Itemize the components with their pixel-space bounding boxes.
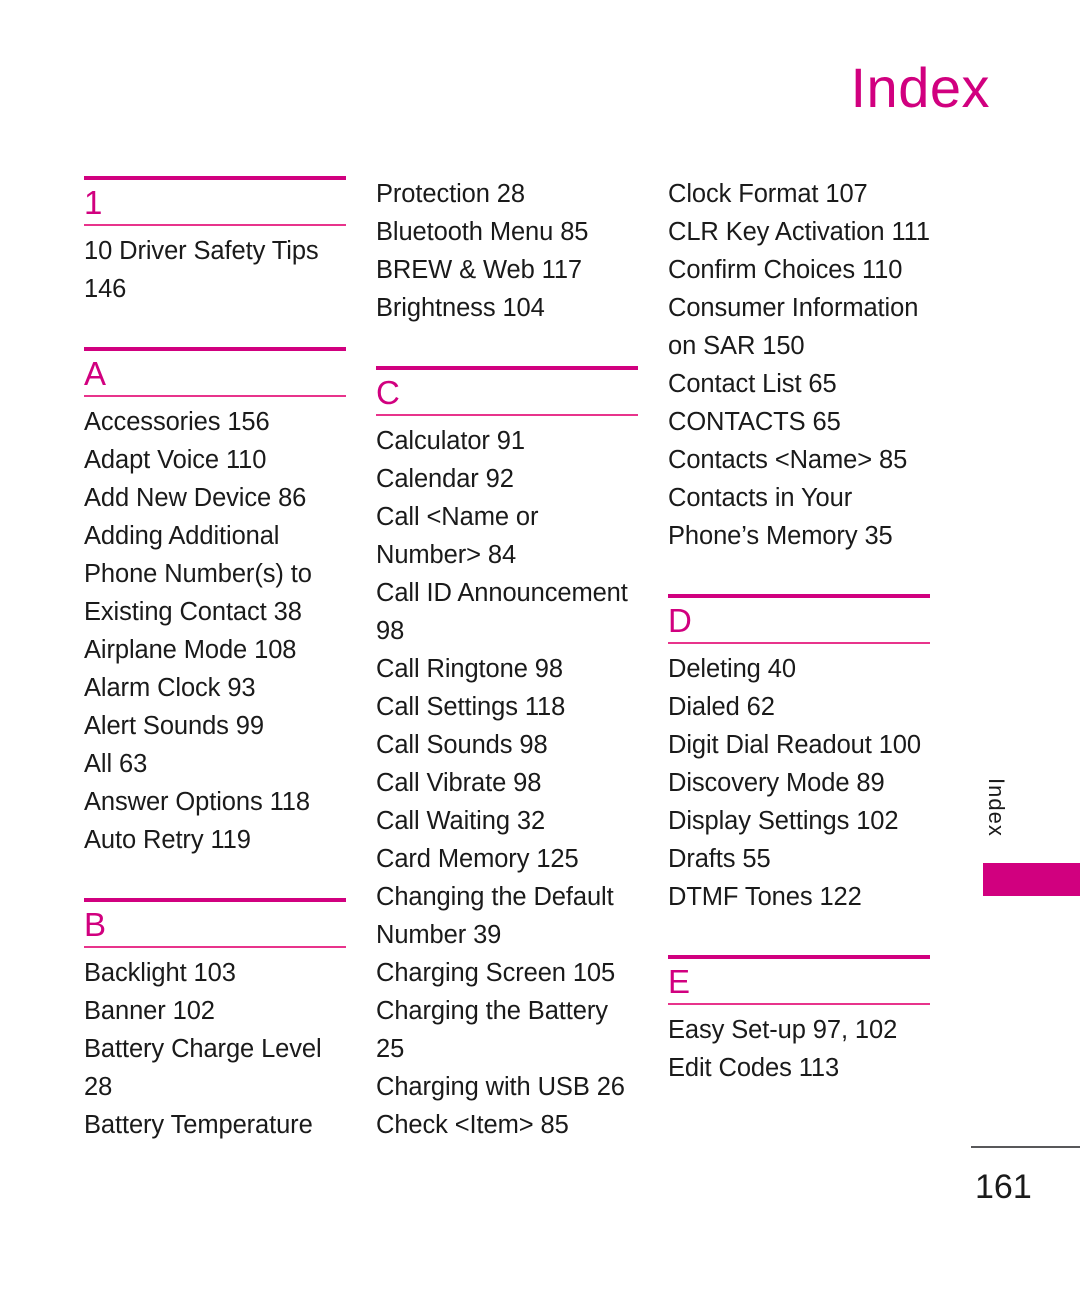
index-entry[interactable]: Alarm Clock 93 <box>84 670 346 708</box>
index-entry[interactable]: Adding Additional Phone Number(s) to Exi… <box>84 518 346 632</box>
index-entry[interactable]: Display Settings 102 <box>668 803 930 841</box>
index-entry[interactable]: DTMF Tones 122 <box>668 879 930 917</box>
section-rule-bottom <box>668 1003 930 1006</box>
section-letter: E <box>668 962 691 1000</box>
index-entry[interactable]: Drafts 55 <box>668 841 930 879</box>
page-header: Index <box>0 60 990 116</box>
section-letter: B <box>84 906 107 944</box>
side-tab-label: Index <box>984 778 1009 837</box>
index-entry[interactable]: Banner 102 <box>84 993 346 1031</box>
index-entry[interactable]: Digit Dial Readout 100 <box>668 727 930 765</box>
section-heading: A <box>84 347 346 398</box>
index-page: Index 1 10 Driver Safety Tips 146 A Accesso… <box>0 0 1080 1295</box>
index-entry[interactable]: Check <Item> 85 <box>376 1107 638 1145</box>
index-entry[interactable]: Charging with USB 26 <box>376 1069 638 1107</box>
section-rule-bottom <box>84 946 346 949</box>
index-entry[interactable]: Easy Set-up 97, 102 <box>668 1012 930 1050</box>
index-column: 1 10 Driver Safety Tips 146 A Accessories 1… <box>84 176 346 1145</box>
index-entry[interactable]: Call ID Announcement 98 <box>376 575 638 651</box>
page-title: Index <box>850 56 990 119</box>
index-entry[interactable]: Consumer Information on SAR 150 <box>668 290 930 366</box>
index-entry[interactable]: Airplane Mode 108 <box>84 632 346 670</box>
index-entry[interactable]: Charging Screen 105 <box>376 955 638 993</box>
section-rule-bottom <box>376 414 638 417</box>
index-entry[interactable]: Bluetooth Menu 85 <box>376 214 638 252</box>
side-tab-block <box>983 863 1080 896</box>
section-letter: C <box>376 373 400 411</box>
index-entry[interactable]: 10 Driver Safety Tips 146 <box>84 233 346 309</box>
index-entry[interactable]: Changing the Default Number 39 <box>376 879 638 955</box>
section-rule-bottom <box>668 642 930 645</box>
index-entry[interactable]: Call <Name or Number> 84 <box>376 499 638 575</box>
section-letter: A <box>84 355 107 393</box>
index-entry[interactable]: Adapt Voice 110 <box>84 442 346 480</box>
section-rule-bottom <box>84 395 346 398</box>
section-rule-bottom <box>84 224 346 227</box>
index-column: Clock Format 107 CLR Key Activation 111 Co… <box>668 176 930 1088</box>
index-entry-list: Deleting 40 Dialed 62 Digit Dial Readout 1… <box>668 651 930 917</box>
index-entry[interactable]: Charging the Battery 25 <box>376 993 638 1069</box>
index-entry[interactable]: Confirm Choices 110 <box>668 252 930 290</box>
index-entry[interactable]: Battery Charge Level 28 <box>84 1031 346 1107</box>
page-number: 161 <box>975 1168 1032 1206</box>
index-entry[interactable]: Call Ringtone 98 <box>376 651 638 689</box>
index-entry[interactable]: Contacts <Name> 85 <box>668 442 930 480</box>
index-entry[interactable]: Protection 28 <box>376 176 638 214</box>
section-heading: C <box>376 365 638 417</box>
index-entry[interactable]: CONTACTS 65 <box>668 404 930 442</box>
index-entry[interactable]: All 63 <box>84 746 346 784</box>
index-entry[interactable]: Deleting 40 <box>668 651 930 689</box>
index-entry[interactable]: Accessories 156 <box>84 404 346 442</box>
index-entry[interactable]: Calendar 92 <box>376 461 638 499</box>
index-entry[interactable]: Contacts in Your Phone’s Memory 35 <box>668 480 930 556</box>
page-footer: 161 <box>971 1146 1080 1207</box>
index-entry[interactable]: Brightness 104 <box>376 290 638 328</box>
index-entry[interactable]: Add New Device 86 <box>84 480 346 518</box>
index-entry[interactable]: Dialed 62 <box>668 689 930 727</box>
section-heading: B <box>84 898 346 949</box>
index-entry-list: Calculator 91 Calendar 92 Call <Name or Nu… <box>376 423 638 1145</box>
index-entry[interactable]: Alert Sounds 99 <box>84 708 346 746</box>
index-entry[interactable]: Call Sounds 98 <box>376 727 638 765</box>
index-entry-list: Easy Set-up 97, 102 Edit Codes 113 <box>668 1012 930 1088</box>
index-entry[interactable]: Card Memory 125 <box>376 841 638 879</box>
index-entry-list: Backlight 103 Banner 102 Battery Charge Le… <box>84 955 346 1145</box>
index-entry[interactable]: Discovery Mode 89 <box>668 765 930 803</box>
index-entry[interactable]: Answer Options 118 <box>84 784 346 822</box>
index-entry-list: Protection 28 Bluetooth Menu 85 BREW & Web… <box>376 176 638 328</box>
index-entry[interactable]: Calculator 91 <box>376 423 638 461</box>
index-entry-list: Clock Format 107 CLR Key Activation 111 Co… <box>668 176 930 556</box>
index-entry[interactable]: Call Vibrate 98 <box>376 765 638 803</box>
section-letter: 1 <box>84 184 103 221</box>
index-entry-list: Accessories 156 Adapt Voice 110 Add New De… <box>84 404 346 860</box>
index-entry[interactable]: Call Waiting 32 <box>376 803 638 841</box>
index-entry[interactable]: Edit Codes 113 <box>668 1050 930 1088</box>
section-heading: D <box>668 593 930 645</box>
index-entry-list: 10 Driver Safety Tips 146 <box>84 233 346 309</box>
index-entry[interactable]: Backlight 103 <box>84 955 346 993</box>
index-columns: 1 10 Driver Safety Tips 146 A Accessories 1… <box>84 176 964 1145</box>
index-entry[interactable]: Contact List 65 <box>668 366 930 404</box>
section-heading: E <box>668 954 930 1006</box>
index-entry[interactable]: BREW & Web 117 <box>376 252 638 290</box>
section-letter: D <box>668 601 692 639</box>
index-entry[interactable]: Auto Retry 119 <box>84 822 346 860</box>
index-entry[interactable]: CLR Key Activation 111 <box>668 214 930 252</box>
section-heading: 1 <box>84 176 346 227</box>
index-entry[interactable]: Clock Format 107 <box>668 176 930 214</box>
index-entry[interactable]: Call Settings 118 <box>376 689 638 727</box>
index-column: Protection 28 Bluetooth Menu 85 BREW & Web… <box>376 176 638 1145</box>
index-entry[interactable]: Battery Temperature <box>84 1107 346 1145</box>
